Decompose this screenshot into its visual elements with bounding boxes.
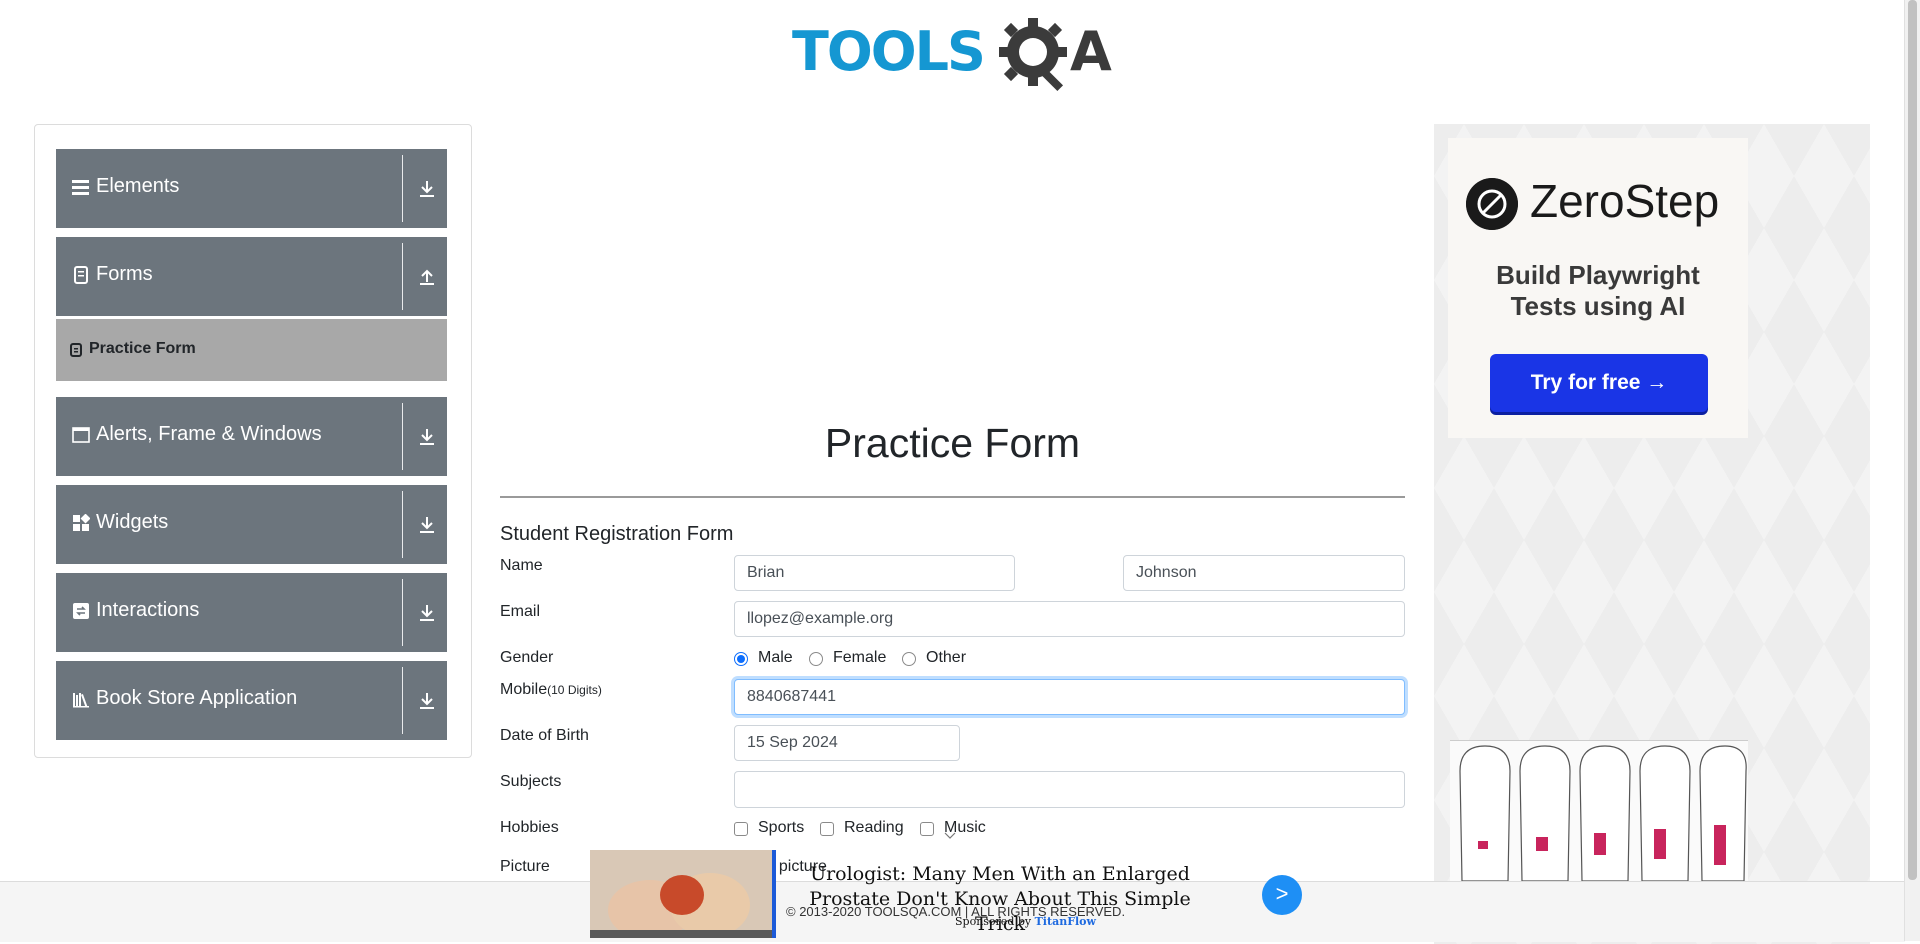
sidebar-group-forms[interactable]: Forms (56, 237, 447, 316)
subjects-input[interactable] (734, 771, 1405, 808)
download-icon[interactable] (418, 427, 436, 447)
gender-option-label: Other (926, 649, 967, 666)
radio-selected-icon[interactable] (734, 652, 748, 666)
gender-radio-female[interactable]: Female (809, 649, 899, 669)
form-title: Student Registration Form (500, 523, 734, 545)
try-for-free-button[interactable]: Try for free → (1490, 354, 1708, 412)
hobby-option-label: Reading (844, 819, 904, 836)
download-icon[interactable] (418, 515, 436, 535)
tagline-line-2: Tests using AI (1510, 291, 1686, 321)
radio-icon[interactable] (809, 652, 823, 666)
subjects-label: Subjects (500, 773, 562, 790)
bottom-ad-banner[interactable]: Urologist: Many Men With an Enlarged Pro… (590, 850, 1302, 941)
download-icon[interactable] (418, 691, 436, 711)
divider (402, 243, 403, 310)
title-divider (500, 496, 1405, 498)
zerostep-ad[interactable]: ZeroStep Build Playwright Tests using AI… (1448, 138, 1748, 438)
sponsored-by-label: Sponsored by (955, 915, 1032, 928)
divider (402, 155, 403, 222)
divider (402, 579, 403, 646)
sidebar-group-book-store[interactable]: Book Store Application (56, 661, 447, 740)
sidebar-item-practice-form[interactable]: Practice Form (56, 319, 447, 381)
gender-radio-male[interactable]: Male (734, 649, 804, 669)
page-title: Practice Form (824, 420, 1081, 466)
document-icon (74, 266, 88, 284)
hobbies-label: Hobbies (500, 819, 559, 836)
name-label: Name (500, 557, 543, 574)
upload-icon[interactable] (418, 267, 436, 287)
sidebar: Elements Forms Practice Form Alerts, Fra… (34, 124, 472, 758)
sidebar-group-label: Widgets (96, 511, 169, 533)
sidebar-item-label: Practice Form (89, 340, 196, 357)
sidebar-group-label: Alerts, Frame & Windows (96, 423, 322, 445)
ad-next-button[interactable]: > (1262, 875, 1302, 915)
download-icon[interactable] (418, 179, 436, 199)
hobby-option-label: Sports (758, 819, 805, 836)
date-of-birth-input[interactable]: 15 Sep 2024 (734, 725, 960, 761)
mobile-input[interactable]: 8840687441 (734, 679, 1405, 715)
ad-image-icon (590, 850, 772, 938)
gender-option-label: Male (758, 649, 793, 666)
sidebar-group-interactions[interactable]: Interactions (56, 573, 447, 652)
dob-label: Date of Birth (500, 727, 589, 744)
gender-radio-other[interactable]: Other (902, 649, 982, 669)
email-label: Email (500, 603, 541, 620)
zerostep-brand: ZeroStep (1530, 175, 1720, 227)
picture-label: Picture (500, 858, 550, 875)
sidebar-group-label: Book Store Application (96, 687, 298, 709)
books-icon (73, 693, 89, 708)
zerostep-tagline: Build Playwright Tests using AI (1448, 260, 1748, 322)
checkbox-icon[interactable] (820, 822, 834, 836)
sidebar-group-label: Interactions (96, 599, 200, 621)
sidebar-group-label: Elements (96, 175, 180, 197)
download-icon[interactable] (418, 603, 436, 623)
gender-label: Gender (500, 649, 554, 666)
sidebar-group-alerts[interactable]: Alerts, Frame & Windows (56, 397, 447, 476)
divider (402, 667, 403, 734)
divider (402, 403, 403, 470)
checkbox-icon[interactable] (734, 822, 748, 836)
chevron-down-icon (944, 832, 956, 839)
divider (402, 491, 403, 558)
gear-icon (999, 18, 1067, 92)
form-icon (70, 343, 82, 357)
window-icon (72, 427, 90, 443)
menu-icon (72, 180, 89, 195)
logo-text-a: A (1070, 20, 1112, 83)
email-input[interactable]: llopez@example.org (734, 601, 1405, 637)
hobby-checkbox-sports[interactable]: Sports (734, 819, 806, 839)
checkbox-icon[interactable] (920, 822, 934, 836)
first-name-input[interactable]: Brian (734, 555, 1015, 591)
mobile-label-text: Mobile (500, 681, 548, 698)
scrollbar-thumb[interactable] (1908, 0, 1917, 880)
mobile-hint: (10 Digits) (547, 683, 602, 697)
sidebar-group-elements[interactable]: Elements (56, 149, 447, 228)
last-name-input[interactable]: Johnson (1123, 555, 1405, 591)
zerostep-logo-icon (1466, 178, 1518, 230)
toolsqa-logo[interactable]: TOOLS A (792, 14, 1117, 92)
mobile-label: Mobile(10 Digits) (500, 681, 602, 699)
widgets-icon (73, 514, 90, 531)
sidebar-group-label: Forms (96, 263, 153, 285)
page-scrollbar[interactable] (1904, 0, 1920, 941)
interactions-icon (73, 603, 89, 619)
sponsor-name[interactable]: TitanFlow (1035, 915, 1096, 928)
sidebar-group-widgets[interactable]: Widgets (56, 485, 447, 564)
hobby-checkbox-reading[interactable]: Reading (820, 819, 905, 839)
ad-sponsor: Sponsored by TitanFlow (955, 915, 1096, 928)
tagline-line-1: Build Playwright (1496, 260, 1700, 290)
ad-photo[interactable] (590, 850, 776, 938)
radio-icon[interactable] (902, 652, 916, 666)
logo-text: TOOLS (792, 20, 986, 83)
gender-option-label: Female (833, 649, 887, 666)
hobby-checkbox-music[interactable]: Music (920, 819, 992, 839)
